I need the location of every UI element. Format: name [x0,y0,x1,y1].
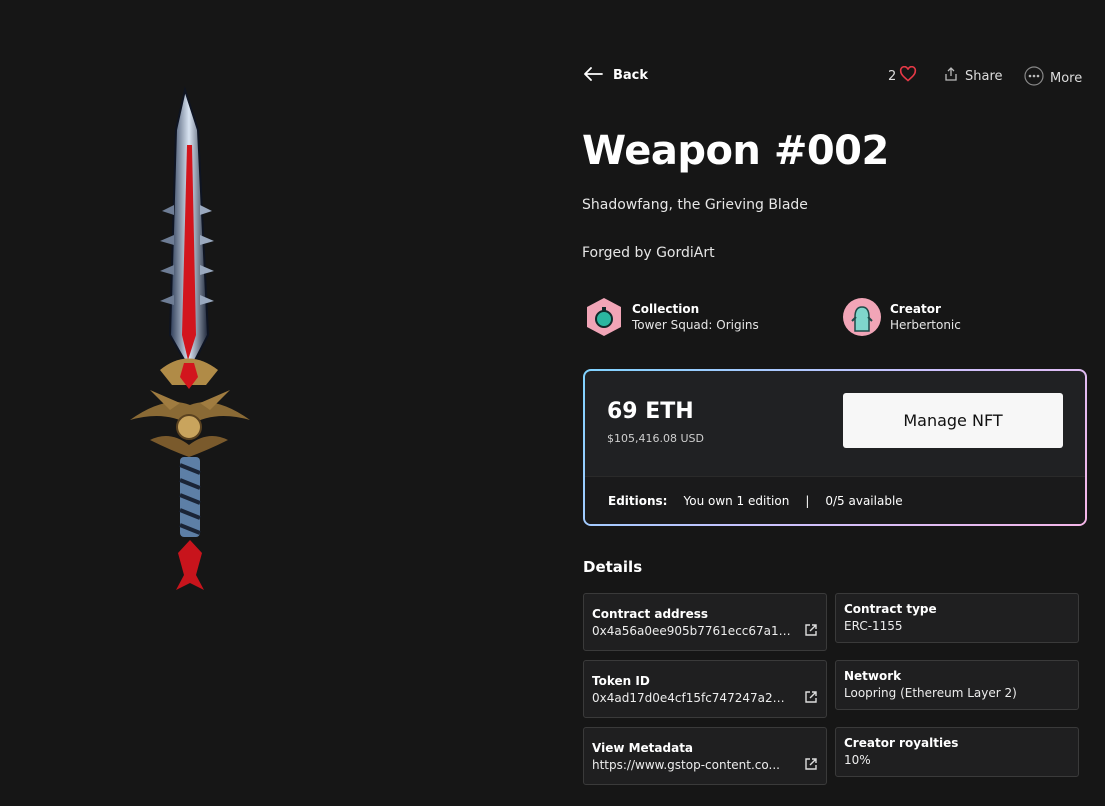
network-tile: Network Loopring (Ethereum Layer 2) [835,660,1079,710]
network-value: Loopring (Ethereum Layer 2) [844,686,1017,700]
back-button[interactable]: Back [583,66,648,85]
creator-link[interactable]: Creator Herbertonic [842,297,961,337]
token-id-value: 0x4ad17d0e4cf15fc747247a204f... [592,691,792,705]
more-icon [1024,66,1044,90]
share-icon [943,66,959,86]
price-usd: $105,416.08 USD [607,432,704,445]
forged-by: Forged by GordiArt [582,245,715,261]
external-link-icon[interactable] [804,756,818,775]
price-card: 69 ETH $105,416.08 USD Manage NFT Editio… [583,369,1087,526]
like-count: 2 [888,68,897,84]
network-label: Network [844,669,902,683]
royalties-tile: Creator royalties 10% [835,727,1079,777]
contract-type-label: Contract type [844,602,937,616]
contract-type-tile: Contract type ERC-1155 [835,593,1079,643]
editions-row: Editions: You own 1 edition | 0/5 availa… [585,476,1085,524]
share-label: Share [965,68,1003,84]
royalties-label: Creator royalties [844,736,959,750]
token-id-tile: Token ID 0x4ad17d0e4cf15fc747247a204f... [583,660,827,718]
price-eth: 69 ETH [607,399,694,424]
contract-address-value: 0x4a56a0ee905b7761ecc67a12... [592,624,792,638]
creator-avatar [842,297,882,337]
creator-name: Herbertonic [890,318,961,332]
arrow-left-icon [583,66,603,85]
top-bar: Back 2 Share More [583,65,1083,92]
collection-link[interactable]: Collection Tower Squad: Origins [584,297,759,337]
view-metadata-value: https://www.gstop-content.co... [592,758,780,772]
nft-artwork [110,85,270,605]
like-button[interactable]: 2 [888,65,917,86]
back-label: Back [613,68,649,83]
editions-owned: You own 1 edition [683,493,790,508]
external-link-icon[interactable] [804,689,818,708]
editions-separator: | [805,493,810,508]
nft-subtitle: Shadowfang, the Grieving Blade [582,197,808,213]
collection-avatar [584,297,624,337]
manage-nft-button[interactable]: Manage NFT [843,393,1063,448]
more-label: More [1050,70,1083,86]
view-metadata-label: View Metadata [592,741,694,755]
nft-title: Weapon #002 [582,128,889,174]
editions-available: 0/5 available [825,493,903,508]
creator-role: Creator [890,302,941,316]
contract-address-label: Contract address [592,607,708,621]
royalties-value: 10% [844,753,871,767]
more-button[interactable]: More [1024,66,1082,90]
token-id-label: Token ID [592,674,650,688]
contract-type-value: ERC-1155 [844,619,903,633]
view-metadata-tile: View Metadata https://www.gstop-content.… [583,727,827,785]
contract-address-tile: Contract address 0x4a56a0ee905b7761ecc67… [583,593,827,651]
collection-name: Tower Squad: Origins [632,318,759,332]
share-button[interactable]: Share [943,66,1003,86]
editions-label: Editions: [608,493,668,508]
collection-role: Collection [632,302,700,316]
external-link-icon[interactable] [804,622,818,641]
heart-icon [899,65,917,86]
details-heading: Details [583,558,643,576]
